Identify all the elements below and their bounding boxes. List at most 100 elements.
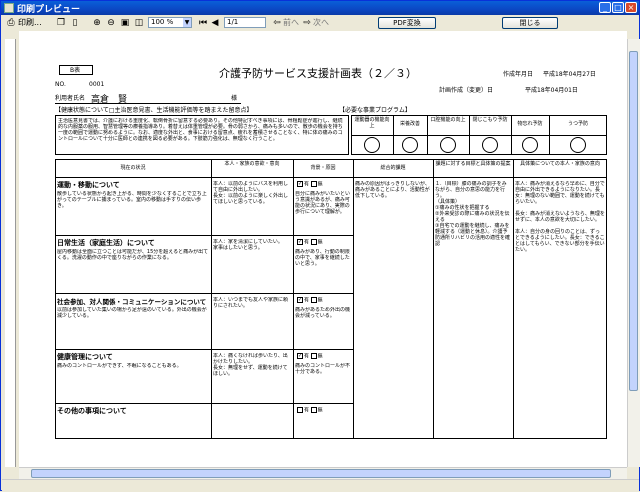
back-icon[interactable]: ⇦	[272, 18, 282, 28]
program-col-line-3	[469, 115, 470, 155]
bg-yes-checkbox[interactable]: ✓	[297, 239, 303, 245]
horizontal-scroll-thumb[interactable]	[31, 469, 611, 478]
row-bg-check-daily-life[interactable]: ✓ 有 無	[297, 239, 323, 246]
row-bg-check-mobility[interactable]: ✓ 有 無	[297, 181, 323, 188]
vertical-scroll-thumb[interactable]	[629, 51, 638, 391]
row-status-daily-life: 屋内移動は全面に立つことは可能だが、15分を超えると痛みが出てくる。洗濯の動作の…	[57, 249, 209, 261]
printer-icon[interactable]: ⎙	[6, 18, 16, 28]
status-bar	[2, 479, 639, 492]
row-bg-text-daily-life: 痛みがあり、行動の制限の中で、家事を継続したいと思う。	[295, 249, 350, 267]
bg-no-label: 無	[317, 297, 323, 304]
maximize-button[interactable]: □	[612, 2, 624, 13]
bg-no-label: 無	[317, 407, 323, 414]
bg-no-checkbox[interactable]	[310, 239, 317, 245]
program-col-line-1	[393, 115, 394, 155]
col-line-2	[293, 159, 294, 439]
program-circle-1	[364, 137, 380, 153]
col-line-3	[353, 159, 354, 439]
row-status-social: 以前は参加していた集いの場から足が遠のいている。外出の機会が減少している。	[57, 307, 207, 319]
row-bg-check-social[interactable]: ✓ 有 無	[297, 297, 323, 304]
col-header-goal: 課題に対する目標と具体策の提案	[435, 161, 511, 167]
zoom-out-icon[interactable]: ⊖	[106, 18, 116, 28]
program-label-4: 閉じこもり予防	[472, 117, 508, 123]
close-button[interactable]: 閉じる	[502, 17, 558, 29]
document-page: B表 NO. 0001 介護予防サービス支援計画表（２／３） 作成年月日 平成1…	[19, 39, 627, 467]
row-divider-3	[55, 349, 353, 350]
program-col-line-2	[427, 115, 428, 155]
bg-no-checkbox[interactable]	[310, 353, 317, 359]
doctor-heading: 【健康状態について□主治医意見書、生活機能評価等を踏まえた留意点】	[55, 107, 253, 114]
zoom-select[interactable]: 100 % ▼	[148, 17, 192, 28]
forward-icon[interactable]: ⇨	[302, 18, 312, 28]
minimize-button[interactable]: _	[599, 2, 611, 13]
prev-page-icon[interactable]: ◀	[210, 18, 220, 28]
row-bg-text-mobility: 自分に痛みがいたいという意識があるが、痛み可能の状況にあり、実際の歩行について理…	[295, 191, 351, 215]
title-bar: 印刷プレビュー _ □ ×	[1, 1, 639, 15]
bg-yes-checkbox[interactable]: ✓	[297, 353, 303, 359]
bg-no-checkbox[interactable]	[310, 407, 317, 413]
first-page-icon[interactable]: ⏮	[198, 18, 208, 28]
bg-yes-label: 有	[304, 297, 310, 304]
zoom-value: 100 %	[151, 18, 174, 26]
summary-issue-text: 痛みの原因がはっきりしないが、痛みがあることにより、活動性が低下している。	[355, 181, 430, 199]
bg-no-label: 無	[317, 239, 323, 246]
bg-no-checkbox[interactable]	[310, 297, 317, 303]
col-line-1	[211, 159, 212, 439]
bg-yes-checkbox[interactable]: ✓	[297, 181, 303, 187]
sama-label: 様	[231, 95, 238, 102]
row-title-mobility: 運動・移動について	[57, 181, 120, 189]
prev-button[interactable]: 前へ	[283, 17, 299, 29]
vertical-ruler	[5, 39, 16, 467]
row-title-social: 社会参加、対人関係・コミュニケーションについて	[57, 298, 207, 306]
page-icon[interactable]: ▯	[70, 18, 80, 28]
print-button[interactable]: 印刷...	[18, 17, 42, 29]
bg-no-label: 無	[317, 353, 323, 360]
row-bg-check-other[interactable]: 有 無	[297, 407, 323, 414]
bg-yes-label: 有	[304, 353, 310, 360]
next-button[interactable]: 次へ	[313, 17, 329, 29]
fit-page-icon[interactable]: ▣	[120, 18, 130, 28]
no-label: NO.	[55, 81, 66, 88]
col-header-summary: 総合的課題	[380, 165, 406, 171]
row-status-health: 痛みのコントロールができず、不眠になることもある。	[57, 363, 182, 369]
pdf-convert-button[interactable]: PDF変換	[378, 17, 436, 29]
col-header-background: 背景・原因	[310, 165, 336, 171]
created-date: 平成18年04月27日	[543, 71, 596, 78]
b-table-label: B表	[70, 67, 81, 74]
close-window-button[interactable]: ×	[625, 2, 637, 13]
window-title: 印刷プレビュー	[17, 5, 81, 15]
page-number-field[interactable]: 1/1	[224, 17, 266, 28]
doctor-notes-box: 主治医意見書では、介護における重度化、転倒骨折に留意する必要あり。その他特記すべ…	[55, 115, 349, 155]
col-header-status: 現在の状況	[120, 165, 146, 171]
row-divider-4	[55, 403, 353, 404]
plan-date-label: 計画作成（変更）日	[439, 87, 494, 94]
doctor-notes-text: 主治医意見書では、介護における重度化、転倒骨折に留意する必要あり。その他特記すべ…	[58, 118, 343, 142]
header-divider	[55, 177, 607, 178]
program-col-line-4	[511, 115, 512, 155]
col-line-5	[513, 159, 514, 439]
chevron-down-icon[interactable]: ▼	[183, 18, 191, 27]
program-circle-5	[522, 137, 538, 153]
program-circle-6	[570, 137, 586, 153]
row-bg-text-social: 痛みがあるため外出の機会が減っている。	[295, 307, 351, 319]
goal-proposal-text: １.（目標）膝の痛みの調子をみながら、自分の意思の能力を行う。 （具体策） ①痛…	[435, 181, 511, 247]
col-header-intent: 具体策についての本人・家族の意向	[520, 161, 600, 167]
bg-yes-checkbox[interactable]	[297, 407, 303, 413]
col-line-4	[433, 159, 434, 439]
bg-yes-label: 有	[304, 239, 310, 246]
bg-yes-checkbox[interactable]: ✓	[297, 297, 303, 303]
row-wish-social: 本人：いつまでも友人や家族に頼りにされたい。	[213, 297, 289, 309]
created-date-label: 作成年月日	[503, 71, 534, 78]
toolbar: ⎙ 印刷... ❐ ▯ ⊕ ⊖ ▣ ◫ 100 % ▼ ⏮ ◀ 1/1 ⇦ 前へ…	[2, 16, 639, 30]
zoom-in-icon[interactable]: ⊕	[92, 18, 102, 28]
row-bg-check-health[interactable]: ✓ 有 無	[297, 353, 323, 360]
no-value: 0001	[89, 81, 105, 88]
row-wish-health: 本人：痛くなければ歩いたり、出かけたりしたい。 長女：無理をせず、運動を続けてほ…	[213, 353, 288, 377]
bg-no-label: 無	[317, 181, 323, 188]
two-page-icon[interactable]: ◫	[134, 18, 144, 28]
copy-icon[interactable]: ❐	[56, 18, 66, 28]
document-title: 介護予防サービス支援計画表（２／３）	[219, 67, 417, 80]
program-label-2: 栄養改善	[399, 121, 420, 127]
row-title-daily-life: 日常生活（家庭生活）について	[57, 239, 155, 247]
bg-no-checkbox[interactable]	[310, 181, 317, 187]
